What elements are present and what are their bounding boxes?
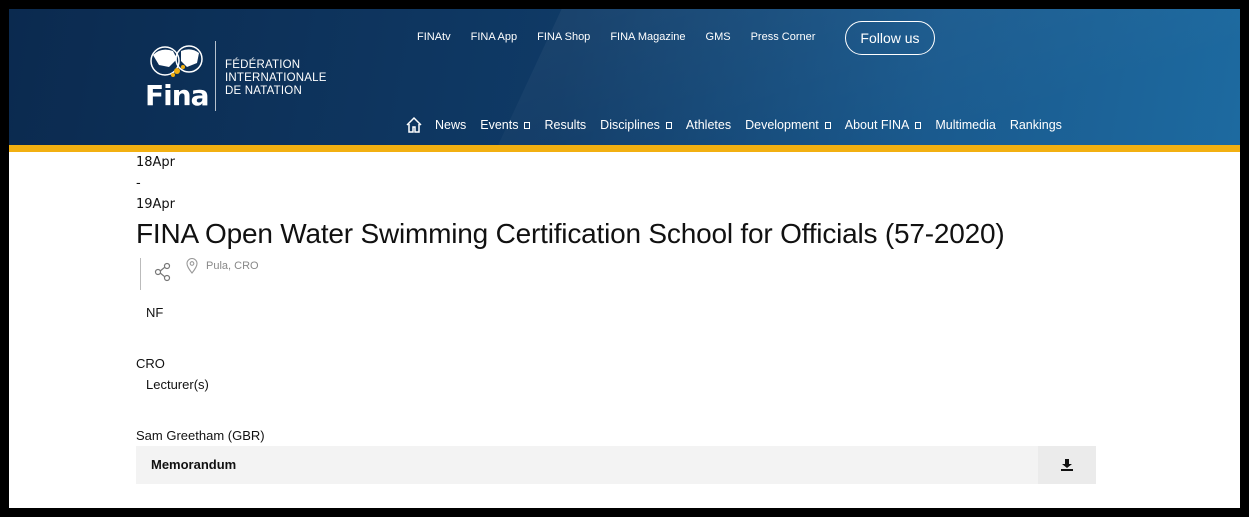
share-divider [140,258,141,290]
nav-item-events-label: Events [480,118,519,132]
map-pin-icon [186,258,198,274]
top-link-fina-shop[interactable]: FINA Shop [537,31,590,47]
nav-item-news-label: News [435,118,467,132]
home-icon[interactable] [405,116,423,134]
nav-item-development-label: Development [745,118,819,132]
share-icon[interactable] [154,262,172,282]
top-links: FINAtv FINA App FINA Shop FINA Magazine … [417,31,815,47]
nav-item-rankings-label: Rankings [1009,118,1062,132]
nav-item-results[interactable]: Results [544,118,586,132]
lecturer-label: Lecturer(s) [146,377,209,392]
globe-logo-icon [150,45,203,77]
site-header: Fina FÉDÉRATION INTERNATIONALE DE NATATI… [9,9,1240,145]
download-icon [1061,459,1073,471]
nav-item-news[interactable]: News [435,118,466,132]
nav-item-multimedia-label: Multimedia [935,118,996,132]
page-frame: Fina FÉDÉRATION INTERNATIONALE DE NATATI… [9,9,1240,508]
organizer-label: NF [146,305,164,320]
nav-item-results-label: Results [544,118,587,132]
federation-line-1: FÉDÉRATION [225,59,301,71]
federation-line-3: DE NATATION [225,85,302,97]
fina-wordmark: Fina [145,79,210,112]
event-date-start: 18Apr [136,155,176,170]
top-link-finatv[interactable]: FINAtv [417,31,451,47]
top-link-gms[interactable]: GMS [706,31,731,47]
dropdown-icon [824,121,831,129]
nav-item-disciplines-label: Disciplines [600,118,660,132]
event-date-end: 19Apr [136,197,176,212]
nav-item-about-fina-label: About FINA [844,118,910,132]
event-date-separator: - [136,176,141,191]
dropdown-icon [524,121,531,129]
download-button[interactable] [1038,446,1096,484]
federation-line-2: INTERNATIONALE [225,72,327,84]
nav-item-athletes[interactable]: Athletes [686,118,731,132]
top-link-fina-app[interactable]: FINA App [471,31,517,47]
memorandum-row[interactable]: Memorandum [136,446,1096,484]
top-link-fina-magazine[interactable]: FINA Magazine [610,31,685,47]
follow-us-button[interactable]: Follow us [845,21,935,55]
nav-item-development[interactable]: Development [745,118,831,132]
dropdown-icon [915,121,922,129]
accent-bar [9,145,1240,152]
nav-item-about-fina[interactable]: About FINA [845,118,922,132]
fina-logo[interactable]: Fina FÉDÉRATION INTERNATIONALE DE NATATI… [145,41,345,113]
top-link-press-corner[interactable]: Press Corner [751,31,816,47]
nav-item-rankings[interactable]: Rankings [1010,118,1062,132]
organizer-value: CRO [136,356,165,371]
lecturer-value: Sam Greetham (GBR) [136,428,265,443]
logo-divider [215,41,216,111]
nav-item-multimedia[interactable]: Multimedia [935,118,995,132]
federation-name: FÉDÉRATION INTERNATIONALE DE NATATION [225,59,327,98]
event-title: FINA Open Water Swimming Certification S… [136,218,1005,249]
dropdown-icon [665,121,672,129]
nav-item-athletes-label: Athletes [685,118,732,132]
event-location: Pula, CRO [206,260,259,272]
memorandum-label: Memorandum [151,457,237,472]
nav-item-events[interactable]: Events [480,118,531,132]
main-nav: News Events Results Disciplines Athletes… [405,114,1062,136]
nav-item-disciplines[interactable]: Disciplines [600,118,672,132]
